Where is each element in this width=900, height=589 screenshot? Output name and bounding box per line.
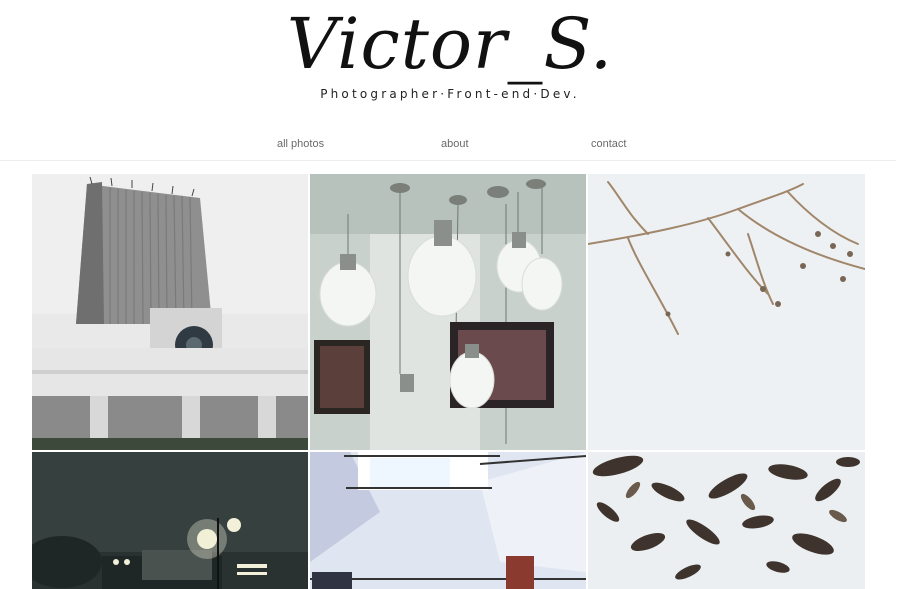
site-logo[interactable]: Victor_S. (0, 2, 900, 86)
stairwell-interior-photo (310, 452, 586, 589)
photo-tile-branch[interactable] (588, 174, 865, 450)
photo-tile-leaves[interactable] (588, 452, 865, 589)
photo-tile-night[interactable] (32, 452, 308, 589)
night-street-lamp-photo (32, 452, 308, 589)
dry-branch-photo (588, 174, 865, 450)
tower-building-photo (32, 174, 308, 450)
nav-divider (0, 160, 896, 161)
leaves-on-snow-photo (588, 452, 865, 589)
nav-about[interactable]: about (441, 138, 469, 150)
nav-all-photos[interactable]: all photos (277, 138, 324, 150)
lightbulb-lamps-photo (310, 174, 586, 450)
photo-tile-lamps[interactable] (310, 174, 586, 450)
main-nav: all photos about contact (0, 138, 900, 158)
site-header: Victor_S. Photographer·Front-end·Dev. al… (0, 0, 900, 160)
photo-tile-tower[interactable] (32, 174, 308, 450)
photo-tile-stairwell[interactable] (310, 452, 586, 589)
nav-contact[interactable]: contact (591, 138, 626, 150)
site-tagline: Photographer·Front-end·Dev. (320, 87, 580, 101)
photo-gallery (32, 174, 865, 589)
